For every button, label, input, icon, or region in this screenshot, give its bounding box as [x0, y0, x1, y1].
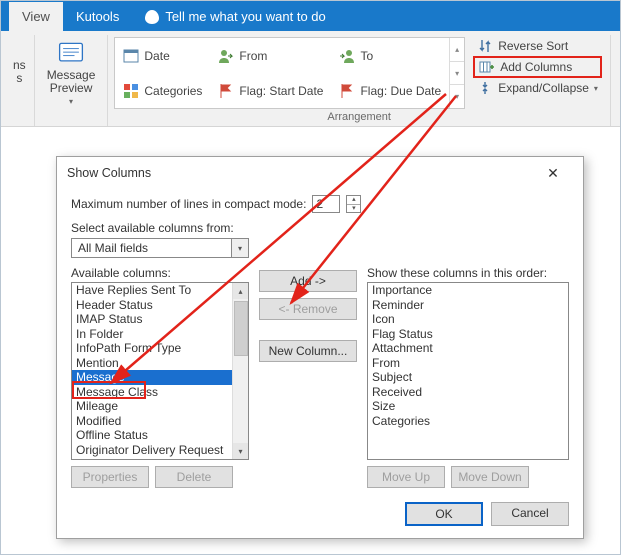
list-item[interactable]: Header Status [72, 298, 248, 313]
list-item[interactable]: Mention [72, 356, 248, 371]
person-to-icon [339, 48, 355, 64]
message-preview-icon [56, 39, 86, 67]
arrange-date[interactable]: Date [115, 38, 210, 73]
select-from-combo[interactable]: All Mail fields ▾ [71, 238, 249, 258]
list-item[interactable]: Subject [368, 370, 568, 385]
list-item[interactable]: Flag Status [368, 327, 568, 342]
list-item[interactable]: Originator Delivery Request [72, 443, 248, 458]
categories-icon [123, 83, 139, 99]
flag-icon [218, 83, 234, 99]
list-item[interactable]: Reminder [368, 298, 568, 313]
folder-pane-button[interactable]: Folder Pane ▾ [617, 37, 621, 108]
chevron-down-icon: ▾ [594, 84, 598, 93]
expand-collapse-button[interactable]: Expand/Collapse ▾ [473, 79, 602, 97]
remove-button[interactable]: <- Remove [259, 298, 357, 320]
ribbon-tabs: View Kutools Tell me what you want to do [1, 1, 620, 31]
person-from-icon [218, 48, 234, 64]
tab-kutools[interactable]: Kutools [63, 2, 132, 31]
cut-off-button[interactable]: ns s [11, 37, 28, 87]
list-item[interactable]: Attachment [368, 341, 568, 356]
scrollbar[interactable]: ▴ ▾ [232, 283, 248, 459]
reverse-sort-button[interactable]: Reverse Sort [473, 37, 602, 55]
gallery-scroll[interactable]: ▴▾▾ [449, 38, 464, 108]
list-item[interactable]: InfoPath Form Type [72, 341, 248, 356]
select-from-label: Select available columns from: [71, 221, 569, 235]
list-item[interactable]: From [368, 356, 568, 371]
tell-me-placeholder: Tell me what you want to do [165, 9, 325, 24]
new-column-button[interactable]: New Column... [259, 340, 357, 362]
tab-view[interactable]: View [9, 2, 63, 31]
arrange-flag-start[interactable]: Flag: Start Date [210, 73, 331, 108]
close-button[interactable]: ✕ [533, 165, 573, 182]
chevron-down-icon[interactable]: ▾ [231, 239, 248, 257]
list-item[interactable]: Categories [368, 414, 568, 429]
chevron-down-icon: ▾ [69, 97, 73, 106]
move-down-button[interactable]: Move Down [451, 466, 529, 488]
list-item[interactable]: Icon [368, 312, 568, 327]
message-preview-button[interactable]: Message Preview ▾ [41, 37, 102, 108]
properties-button[interactable]: Properties [71, 466, 149, 488]
list-item[interactable]: Have Replies Sent To [72, 283, 248, 298]
show-columns-dialog: Show Columns ✕ Maximum number of lines i… [56, 156, 584, 539]
tell-me-search[interactable]: Tell me what you want to do [132, 2, 338, 31]
list-item[interactable]: Message Class [72, 385, 248, 400]
add-columns-icon [479, 59, 495, 75]
list-item[interactable]: Offline Status [72, 428, 248, 443]
list-item[interactable]: Modified [72, 414, 248, 429]
available-columns-label: Available columns: [71, 266, 249, 280]
list-item[interactable]: IMAP Status [72, 312, 248, 327]
show-columns-list[interactable]: ImportanceReminderIconFlag StatusAttachm… [367, 282, 569, 460]
ribbon: ns s Message Preview ▾ [1, 31, 620, 127]
arrangement-gallery[interactable]: Date From To Categories [114, 37, 465, 109]
list-item[interactable]: In Folder [72, 327, 248, 342]
group-label-arrangement: Arrangement [114, 109, 604, 126]
arrange-categories[interactable]: Categories [115, 73, 210, 108]
arrange-flag-due[interactable]: Flag: Due Date [331, 73, 449, 108]
arrange-from[interactable]: From [210, 38, 331, 73]
cancel-button[interactable]: Cancel [491, 502, 569, 526]
list-item[interactable]: Mileage [72, 399, 248, 414]
move-up-button[interactable]: Move Up [367, 466, 445, 488]
arrange-to[interactable]: To [331, 38, 449, 73]
max-lines-label: Maximum number of lines in compact mode: [71, 197, 306, 211]
dialog-titlebar: Show Columns ✕ [57, 157, 583, 189]
calendar-icon [123, 48, 139, 64]
dialog-title: Show Columns [67, 166, 151, 180]
delete-button[interactable]: Delete [155, 466, 233, 488]
max-lines-spinner[interactable]: ▴▾ [346, 195, 361, 213]
ok-button[interactable]: OK [405, 502, 483, 526]
lightbulb-icon [145, 10, 159, 24]
list-item[interactable]: Message [72, 370, 248, 385]
list-item[interactable]: Importance [368, 283, 568, 298]
list-item[interactable]: Outlook Data File [72, 457, 248, 460]
available-columns-list[interactable]: Have Replies Sent ToHeader StatusIMAP St… [71, 282, 249, 460]
add-columns-button[interactable]: Add Columns [473, 56, 602, 78]
flag-icon [339, 83, 355, 99]
list-item[interactable]: Received [368, 385, 568, 400]
max-lines-field[interactable]: 2 [312, 195, 340, 213]
expand-collapse-icon [477, 80, 493, 96]
list-item[interactable]: Size [368, 399, 568, 414]
reverse-sort-icon [477, 38, 493, 54]
add-button[interactable]: Add -> [259, 270, 357, 292]
show-columns-label: Show these columns in this order: [367, 266, 569, 280]
